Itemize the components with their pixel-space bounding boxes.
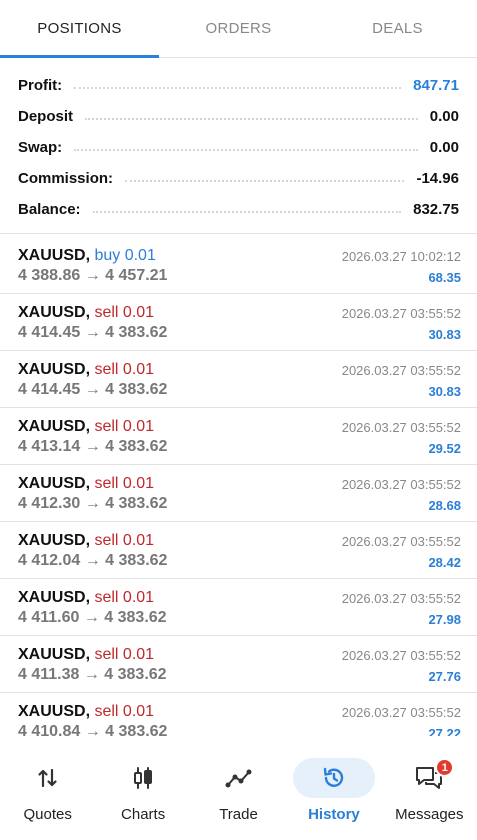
dotted-leader [74,86,402,89]
deal-side: sell 0.01 [94,475,155,492]
balance-value: 832.75 [413,201,459,218]
history-clock-icon [323,767,344,787]
deal-symbol: XAUUSD, [18,589,91,606]
quotes-arrows-icon [38,768,57,788]
deal-prices: 4 388.86 → 4 457.21 [18,267,168,284]
dotted-leader [125,179,405,182]
nav-label-trade: Trade [219,806,258,823]
deal-symbol: XAUUSD, [18,475,91,492]
deals-list[interactable]: XAUUSD, buy 0.01 4 388.86 → 4 457.21 202… [0,237,477,736]
deal-row[interactable]: XAUUSD, buy 0.01 4 388.86 → 4 457.21 202… [0,237,477,294]
deal-symbol: XAUUSD, [18,646,91,663]
commission-row: Commission: -14.96 [18,163,459,194]
swap-value: 0.00 [429,139,459,156]
deal-time: 2026.03.27 03:55:52 [341,420,461,435]
balance-label: Balance: [18,201,81,218]
deal-side: sell 0.01 [94,304,155,321]
nav-history[interactable]: History [286,736,381,840]
deal-side: sell 0.01 [94,532,155,549]
deal-row[interactable]: XAUUSD, sell 0.01 4 411.60 → 4 383.62 20… [0,579,477,636]
deal-time: 2026.03.27 10:02:12 [341,249,461,264]
deal-row[interactable]: XAUUSD, sell 0.01 4 410.84 → 4 383.62 20… [0,693,477,736]
deal-profit: 28.68 [428,498,461,513]
deal-symbol: XAUUSD, [18,361,91,378]
tab-deals[interactable]: DEALS [318,0,477,57]
dotted-leader [92,210,402,213]
deal-prices: 4 412.30 → 4 383.62 [18,495,168,512]
deal-prices: 4 411.60 → 4 383.62 [18,609,167,626]
deposit-value: 0.00 [429,108,459,125]
deal-symbol: XAUUSD, [18,532,91,549]
swap-row: Swap: 0.00 [18,132,459,163]
trend-line-icon [225,769,252,788]
profit-label: Profit: [18,77,63,94]
deal-prices: 4 413.14 → 4 383.62 [18,438,168,455]
deal-time: 2026.03.27 03:55:52 [341,534,461,549]
nav-label-quotes: Quotes [23,806,72,823]
deal-profit: 27.98 [428,612,461,627]
profit-value: 847.71 [413,77,459,94]
deal-profit: 68.35 [428,270,461,285]
nav-messages[interactable]: 1 Messages [382,736,477,840]
deal-symbol: XAUUSD, [18,418,91,435]
deal-symbol: XAUUSD, [18,247,91,264]
account-summary: Profit: 847.71 Deposit 0.00 Swap: 0.00 C… [0,58,477,234]
bottom-navigation: Quotes Charts Trade History 1 Messages [0,736,477,840]
deal-time: 2026.03.27 03:55:52 [341,705,461,720]
deal-prices: 4 414.45 → 4 383.62 [18,324,168,341]
deal-side: sell 0.01 [94,589,155,606]
deal-time: 2026.03.27 03:55:52 [341,477,461,492]
deal-profit: 29.52 [428,441,461,456]
dotted-leader [74,148,418,151]
deal-row[interactable]: XAUUSD, sell 0.01 4 414.45 → 4 383.62 20… [0,294,477,351]
deal-row[interactable]: XAUUSD, sell 0.01 4 414.45 → 4 383.62 20… [0,351,477,408]
top-tabs: POSITIONS ORDERS DEALS [0,0,477,58]
deal-profit: 28.42 [428,555,461,570]
deposit-row: Deposit 0.00 [18,101,459,132]
deal-time: 2026.03.27 03:55:52 [341,591,461,606]
deal-symbol: XAUUSD, [18,703,91,720]
deal-side: buy 0.01 [94,247,156,264]
deal-row[interactable]: XAUUSD, sell 0.01 4 411.38 → 4 383.62 20… [0,636,477,693]
nav-charts[interactable]: Charts [95,736,190,840]
nav-label-messages: Messages [395,806,464,823]
deal-prices: 4 414.45 → 4 383.62 [18,381,168,398]
nav-quotes[interactable]: Quotes [0,736,95,840]
deal-profit: 27.22 [428,726,461,736]
balance-row: Balance: 832.75 [18,194,459,225]
deal-prices: 4 412.04 → 4 383.62 [18,552,168,569]
deal-side: sell 0.01 [94,418,155,435]
dotted-leader [85,117,418,120]
deal-profit: 27.76 [428,669,461,684]
nav-label-history: History [308,806,360,823]
nav-label-charts: Charts [121,806,166,823]
deposit-label: Deposit [18,108,74,125]
swap-label: Swap: [18,139,63,156]
tab-positions[interactable]: POSITIONS [0,0,159,57]
deal-prices: 4 410.84 → 4 383.62 [18,723,168,736]
deal-profit: 30.83 [428,384,461,399]
tab-orders[interactable]: ORDERS [159,0,318,57]
deal-side: sell 0.01 [94,703,155,720]
candlestick-icon [134,767,153,789]
deal-time: 2026.03.27 03:55:52 [341,648,461,663]
deal-symbol: XAUUSD, [18,304,91,321]
deal-row[interactable]: XAUUSD, sell 0.01 4 413.14 → 4 383.62 20… [0,408,477,465]
deal-side: sell 0.01 [94,361,155,378]
messages-badge: 1 [435,758,455,777]
deal-time: 2026.03.27 03:55:52 [341,306,461,321]
active-tab-indicator [0,55,159,58]
deal-row[interactable]: XAUUSD, sell 0.01 4 412.30 → 4 383.62 20… [0,465,477,522]
nav-trade[interactable]: Trade [191,736,286,840]
deal-prices: 4 411.38 → 4 383.62 [18,666,167,683]
profit-row: Profit: 847.71 [18,70,459,101]
deal-row[interactable]: XAUUSD, sell 0.01 4 412.04 → 4 383.62 20… [0,522,477,579]
commission-value: -14.96 [416,170,459,187]
deal-time: 2026.03.27 03:55:52 [341,363,461,378]
deal-side: sell 0.01 [94,646,155,663]
deal-profit: 30.83 [428,327,461,342]
commission-label: Commission: [18,170,114,187]
